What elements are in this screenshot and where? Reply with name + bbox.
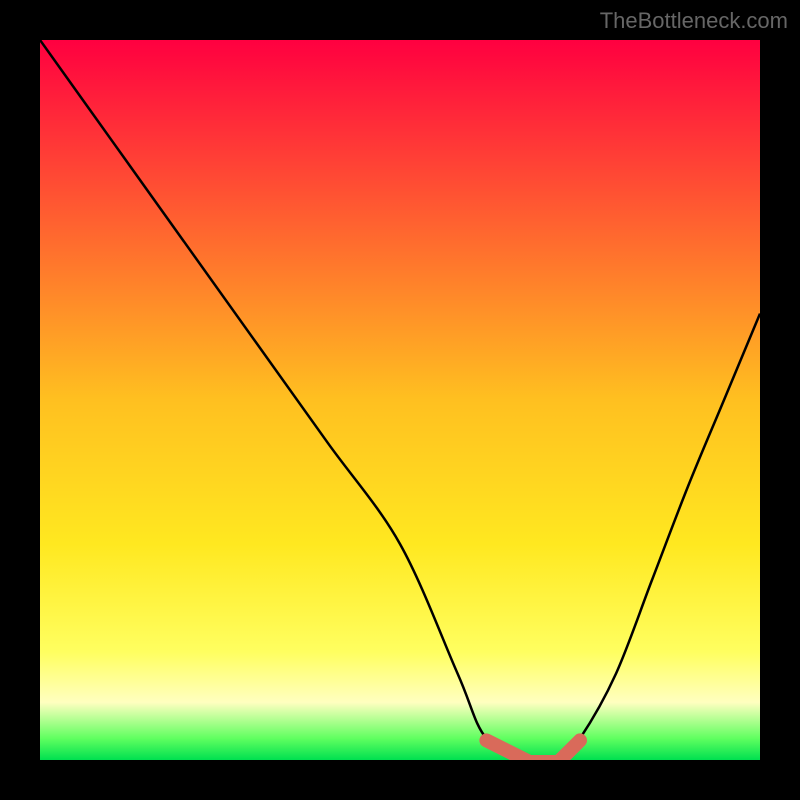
- chart-container: [40, 40, 760, 760]
- bottleneck-chart: [40, 40, 760, 760]
- gradient-background: [40, 40, 760, 760]
- watermark-text: TheBottleneck.com: [600, 8, 788, 34]
